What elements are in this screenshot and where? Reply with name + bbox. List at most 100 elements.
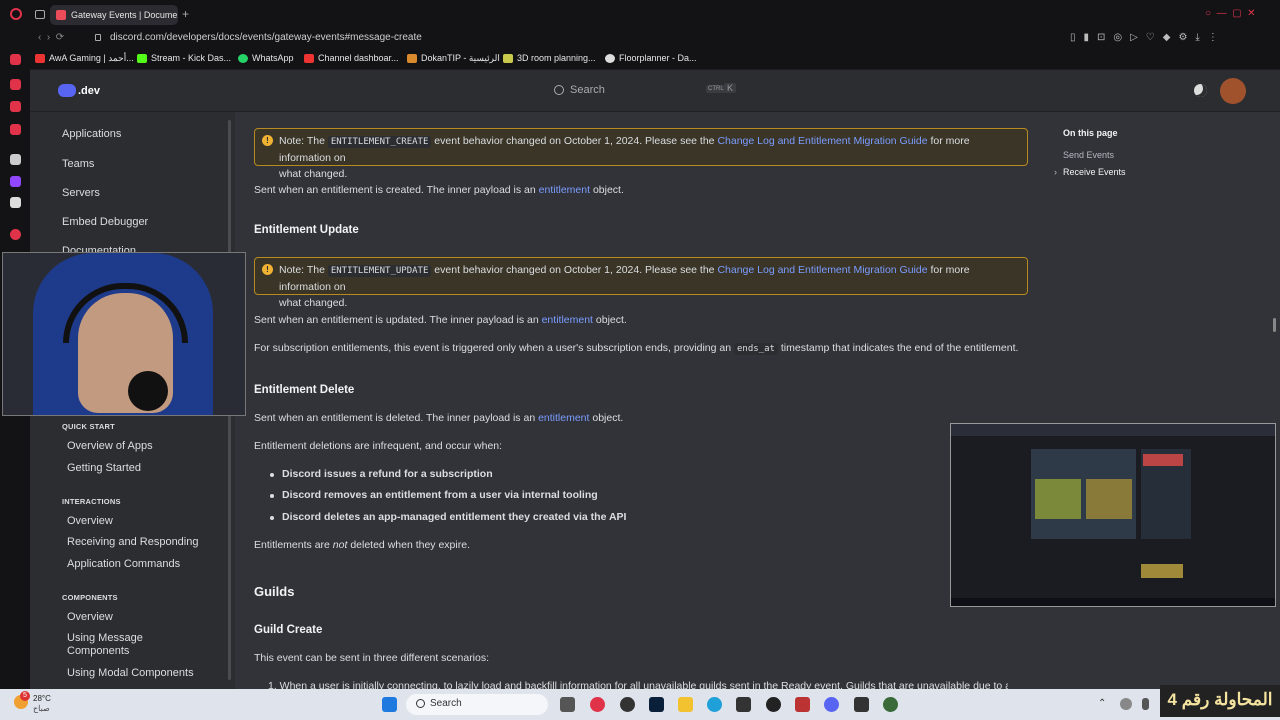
toc-title: On this page (1063, 128, 1118, 138)
new-tab-button[interactable]: + (182, 7, 189, 21)
windows-start-icon[interactable] (382, 697, 397, 712)
app-icon[interactable] (854, 697, 869, 712)
pip-image-2 (1086, 479, 1132, 519)
para-scenarios: This event can be sent in three differen… (254, 652, 490, 664)
toolbar-icons[interactable]: ▯▮⊡◎▷♡◆⚙⤓⋮ (1070, 32, 1226, 43)
microphone-icon[interactable] (1142, 698, 1149, 710)
toc-send-events[interactable]: Send Events (1063, 150, 1114, 160)
note-entitlement-update: ! Note: The ENTITLEMENT_UPDATE event beh… (254, 257, 1028, 309)
para-subscription: For subscription entitlements, this even… (254, 342, 1019, 355)
pip-banner (1143, 454, 1183, 466)
site-header: .dev Search CTRL K (30, 70, 1280, 112)
warning-icon: ! (262, 264, 273, 275)
network-icon[interactable] (1120, 698, 1132, 710)
twitch-icon[interactable] (10, 176, 21, 187)
entitlement-link[interactable]: entitlement (542, 314, 593, 326)
nav-applications[interactable]: Applications (62, 128, 121, 140)
browser-tab-bar: Gateway Events | Documen + ○ — ▢ ✕ (0, 0, 1280, 29)
heading-entitlement-delete: Entitlement Delete (254, 384, 355, 396)
para-update: Sent when an entitlement is updated. The… (254, 314, 627, 326)
nav-overview-of-apps[interactable]: Overview of Apps (67, 440, 153, 452)
nav-arrows-icon[interactable]: ‹ › ⟳ (38, 32, 64, 43)
nav-getting-started[interactable]: Getting Started (67, 462, 141, 474)
opera-ai-icon[interactable] (10, 54, 21, 65)
discord-favicon-icon (56, 10, 66, 20)
para-infrequent: Entitlement deletions are infrequent, an… (254, 440, 503, 452)
player-icon[interactable] (10, 229, 21, 240)
address-bar: ‹ › ⟳ discord.com/developers/docs/events… (0, 29, 1280, 49)
toc-receive-events[interactable]: Receive Events (1063, 167, 1126, 177)
nav-interactions-overview[interactable]: Overview (67, 515, 113, 527)
pip-screen-share (950, 423, 1276, 607)
window-controls[interactable]: ○ — ▢ ✕ (1205, 8, 1275, 20)
para-create: Sent when an entitlement is created. The… (254, 184, 624, 196)
opera-logo-icon[interactable] (10, 8, 22, 20)
nav-embed-debugger[interactable]: Embed Debugger (62, 216, 148, 228)
heading-guild-create: Guild Create (254, 624, 323, 636)
url-field[interactable]: discord.com/developers/docs/events/gatew… (110, 32, 422, 43)
bookmark-3[interactable]: WhatsApp (238, 53, 294, 63)
tabs-icon[interactable] (35, 10, 45, 19)
nav-components-overview[interactable]: Overview (67, 611, 113, 623)
nav-using-modal-components[interactable]: Using Modal Components (67, 667, 194, 679)
messenger-icon[interactable] (10, 79, 21, 90)
nav-teams[interactable]: Teams (62, 158, 94, 170)
search-box[interactable]: Search CTRL K (550, 81, 740, 101)
weather-desc: صباح (33, 704, 50, 713)
whatsapp-icon (238, 53, 248, 63)
avatar[interactable] (1220, 78, 1246, 104)
discord-logo-icon[interactable] (58, 84, 76, 97)
pip-image-1 (1035, 479, 1081, 519)
notification-badge: 5 (20, 691, 30, 701)
bookmark-4[interactable]: Channel dashboar... (304, 53, 399, 63)
discord-icon[interactable] (824, 697, 839, 712)
app-icon[interactable] (795, 697, 810, 712)
entitlement-link[interactable]: entitlement (539, 184, 590, 196)
x-icon[interactable] (10, 197, 21, 208)
tab-title: Gateway Events | Documen (71, 10, 178, 20)
heading-entitlement-update: Entitlement Update (254, 224, 359, 236)
nav-using-message-components[interactable]: Using Message Components (67, 632, 157, 658)
music-icon[interactable] (10, 124, 21, 135)
davinci-icon[interactable] (766, 697, 781, 712)
bookmark-1[interactable]: AwA Gaming | أحمد... (35, 53, 134, 64)
nav-servers[interactable]: Servers (62, 187, 100, 199)
page-scrollbar[interactable] (1273, 318, 1276, 332)
room-planner-icon (503, 53, 513, 63)
edge-icon[interactable] (707, 697, 722, 712)
search-placeholder: Search (570, 84, 605, 96)
floorplanner-icon (605, 53, 615, 63)
bookmark-2[interactable]: Stream - Kick Das... (137, 53, 231, 63)
steam-icon[interactable] (620, 697, 635, 712)
bookmarks-bar: AwA Gaming | أحمد... Stream - Kick Das..… (0, 49, 1280, 69)
bookmark-7[interactable]: Floorplanner - Da... (605, 53, 697, 63)
entitlement-link[interactable]: entitlement (538, 412, 589, 424)
app-icon[interactable] (883, 697, 898, 712)
file-explorer-icon[interactable] (678, 697, 693, 712)
taskbar-search[interactable]: Search (406, 694, 548, 715)
pip-toolbar (951, 424, 1275, 436)
photoshop-icon[interactable] (649, 697, 664, 712)
chevron-right-icon: › (1054, 167, 1057, 177)
changelog-link[interactable]: Change Log and Entitlement Migration Gui… (717, 135, 927, 147)
site-logo-text[interactable]: .dev (78, 85, 100, 97)
nav-application-commands[interactable]: Application Commands (67, 558, 180, 570)
changelog-link[interactable]: Change Log and Entitlement Migration Gui… (717, 264, 927, 276)
kbd-ctrl: CTRL (706, 85, 726, 93)
windows-taskbar: 5 28°C صباح Search ⌃ (0, 689, 1280, 720)
theme-toggle-icon[interactable] (1194, 84, 1207, 97)
heading-guilds: Guilds (254, 584, 295, 599)
chevron-up-icon[interactable]: ⌃ (1098, 698, 1106, 709)
task-view-icon[interactable] (560, 697, 575, 712)
instagram-icon[interactable] (10, 101, 21, 112)
opera-icon[interactable] (590, 697, 605, 712)
app-icon[interactable] (10, 154, 21, 165)
webcam-overlay (2, 252, 246, 416)
bookmark-5[interactable]: DokanTIP - الرئيسية (407, 53, 500, 64)
kbd-k: K (724, 83, 737, 93)
section-components: COMPONENTS (62, 593, 118, 602)
app-icon[interactable] (736, 697, 751, 712)
nav-receiving-responding[interactable]: Receiving and Responding (67, 536, 198, 548)
bookmark-6[interactable]: 3D room planning... (503, 53, 596, 63)
browser-tab[interactable]: Gateway Events | Documen (50, 5, 178, 25)
